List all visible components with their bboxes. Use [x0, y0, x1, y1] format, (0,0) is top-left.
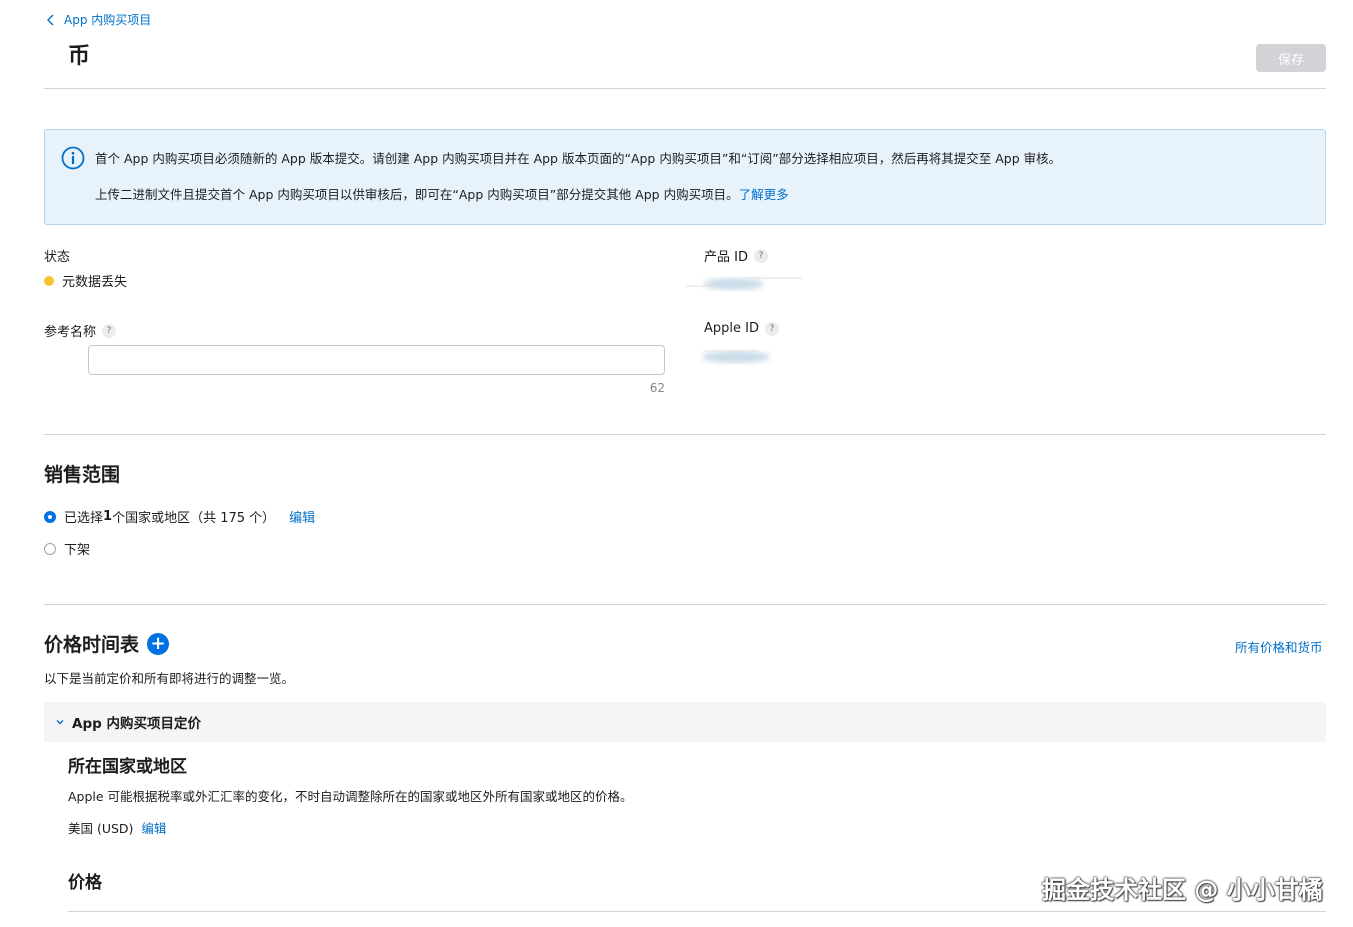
divider	[68, 911, 1326, 912]
reference-name-label: 参考名称	[44, 325, 97, 340]
reference-name-help-icon[interactable]: ?	[102, 323, 117, 338]
chevron-down-icon	[56, 720, 64, 725]
availability-selected-count: 1	[103, 509, 113, 524]
availability-option-remove[interactable]: 下架	[44, 539, 90, 558]
availability-selected-suffix: 个国家或地区（共 175 个）	[112, 511, 276, 526]
availability-title: 销售范围	[44, 464, 121, 486]
product-id-label: 产品 ID	[704, 250, 748, 265]
page-title: 币	[68, 44, 91, 69]
back-link-label: App 内购买项目	[64, 13, 152, 27]
apple-id-help-icon[interactable]: ?	[764, 321, 779, 336]
apple-id-label-row: Apple ID ?	[704, 321, 779, 336]
status-label: 状态	[44, 250, 71, 265]
watermark: 掘金技术社区 @ 小小甘橘	[1042, 876, 1323, 904]
availability-edit-link[interactable]: 编辑	[289, 507, 315, 526]
apple-id-redacted	[702, 350, 770, 363]
availability-selected-prefix: 已选择	[64, 511, 104, 526]
product-id-redacted	[686, 277, 802, 290]
radio-unselected-icon[interactable]	[44, 542, 56, 555]
back-link[interactable]: App 内购买项目	[44, 11, 151, 28]
availability-option-selected[interactable]: 已选择 1 个国家或地区（共 175 个） 编辑	[44, 507, 315, 526]
banner-text-2: 上传二进制文件且提交首个 App 内购买项目以供审核后，即可在“App 内购买项…	[95, 184, 789, 203]
all-prices-link[interactable]: 所有价格和货币	[1235, 637, 1323, 656]
base-country-row: 美国 (USD) 编辑	[68, 818, 166, 837]
divider	[44, 434, 1326, 435]
status-text: 元数据丢失	[62, 275, 128, 290]
chevron-left-icon	[47, 14, 54, 25]
product-id-label-row: 产品 ID ?	[704, 246, 768, 265]
reference-name-input[interactable]	[88, 345, 665, 375]
reference-name-label-row: 参考名称 ?	[44, 321, 117, 340]
price-schedule-title: 价格时间表	[44, 634, 140, 656]
learn-more-link[interactable]: 了解更多	[739, 187, 789, 202]
banner-text-1: 首个 App 内购买项目必须随新的 App 版本提交。请创建 App 内购买项目…	[95, 151, 1062, 166]
status-value: 元数据丢失	[44, 271, 127, 290]
base-country-description: Apple 可能根据税率或外汇汇率的变化，不时自动调整除所在的国家或地区外所有国…	[68, 789, 633, 804]
reference-name-counter: 62	[649, 381, 665, 395]
price-schedule-description: 以下是当前定价和所有即将进行的调整一览。	[44, 671, 295, 686]
base-country-edit-link[interactable]: 编辑	[141, 821, 166, 836]
base-country-title: 所在国家或地区	[68, 757, 187, 777]
status-dot-icon	[44, 275, 54, 286]
info-banner: 首个 App 内购买项目必须随新的 App 版本提交。请创建 App 内购买项目…	[44, 129, 1326, 225]
add-price-icon[interactable]: +	[147, 632, 170, 655]
pricing-section-toggle[interactable]: App 内购买项目定价	[44, 702, 1326, 742]
info-icon	[61, 146, 85, 170]
apple-id-label: Apple ID	[704, 321, 759, 336]
divider	[44, 88, 1326, 89]
price-schedule-header: 价格时间表 +	[44, 630, 170, 657]
banner-text-2-body: 上传二进制文件且提交首个 App 内购买项目以供审核后，即可在“App 内购买项…	[95, 187, 739, 202]
base-country-value: 美国 (USD)	[68, 821, 134, 836]
price-title: 价格	[68, 873, 102, 893]
availability-remove-label: 下架	[64, 543, 91, 558]
product-id-help-icon[interactable]: ?	[753, 248, 768, 263]
pricing-section-label: App 内购买项目定价	[72, 716, 201, 732]
save-button[interactable]: 保存	[1256, 44, 1326, 72]
radio-selected-icon[interactable]	[44, 510, 56, 523]
divider	[44, 604, 1326, 605]
